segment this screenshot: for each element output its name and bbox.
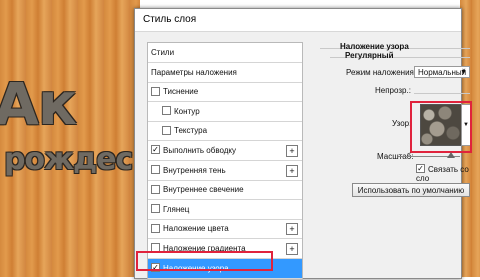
style-item-7[interactable]: Внутренняя тень + [148,161,302,181]
style-item-3[interactable]: Тиснение [148,82,302,103]
styles-list: Стили Параметры наложения Тиснение Контур Те… [147,42,303,280]
style-item-10[interactable]: Наложение цвета + [148,219,302,240]
add-instance-button[interactable]: + [286,145,298,157]
blend-mode-value: Нормальный [418,68,467,77]
style-item-4[interactable]: Контур [148,102,302,122]
style-item-label: Выполнить обводку [163,146,237,155]
add-instance-button[interactable]: + [286,243,298,255]
style-item-label: Стили [151,48,175,57]
style-item-label: Внутренняя тень [163,165,226,175]
canvas-background: Ак рождес [0,0,140,277]
style-item-label: Глянец [163,204,190,214]
style-item-label: Параметры наложения [151,67,237,77]
style-checkbox[interactable] [151,223,160,233]
link-with-layer-option[interactable]: ✓ Связать со сло [416,164,480,183]
canvas-text-line2: рождес [4,142,133,177]
opacity-slider[interactable] [414,93,470,94]
style-item-label: Контур [174,106,200,116]
pattern-highlight [410,101,472,153]
style-checkbox[interactable] [162,125,171,135]
style-checkbox[interactable] [151,204,160,214]
use-default-button[interactable]: Использовать по умолчанию [352,183,470,197]
style-checkbox[interactable]: ✓ [151,145,160,155]
style-checkbox[interactable] [151,164,160,174]
style-item-1[interactable]: Стили [148,43,302,63]
group-title: Регулярный [345,51,394,60]
style-checkbox[interactable] [162,106,171,116]
section-title: Наложение узора [340,42,409,51]
style-item-6[interactable]: ✓ Выполнить обводку + [148,141,302,161]
link-checkbox[interactable]: ✓ [416,164,425,174]
style-item-5[interactable]: Текстура [148,121,302,142]
chevron-down-icon: ▼ [460,69,467,76]
opacity-label: Непрозр.: [375,86,411,95]
dialog-title: Стиль слоя [135,9,461,32]
style-item-label: Наложение цвета [163,224,229,234]
style-item-label: Текстура [174,126,208,136]
pattern-label: Узор: [392,119,412,128]
style-item-label: Внутреннее свечение [163,185,244,195]
add-instance-button[interactable]: + [286,164,298,177]
style-item-8[interactable]: Внутреннее свечение [148,180,302,201]
blend-mode-label: Режим наложения: [346,68,417,77]
blend-mode-select[interactable]: Нормальный ▼ [414,66,470,78]
selected-item-highlight [136,251,273,271]
style-item-2[interactable]: Параметры наложения [148,63,302,83]
style-checkbox[interactable] [151,86,160,96]
style-item-label: Тиснение [163,87,199,97]
style-item-9[interactable]: Глянец [148,200,302,220]
canvas-text-line1: Ак [0,70,77,138]
scale-slider-thumb[interactable] [446,152,455,158]
add-instance-button[interactable]: + [286,223,298,236]
style-checkbox[interactable] [151,184,160,194]
